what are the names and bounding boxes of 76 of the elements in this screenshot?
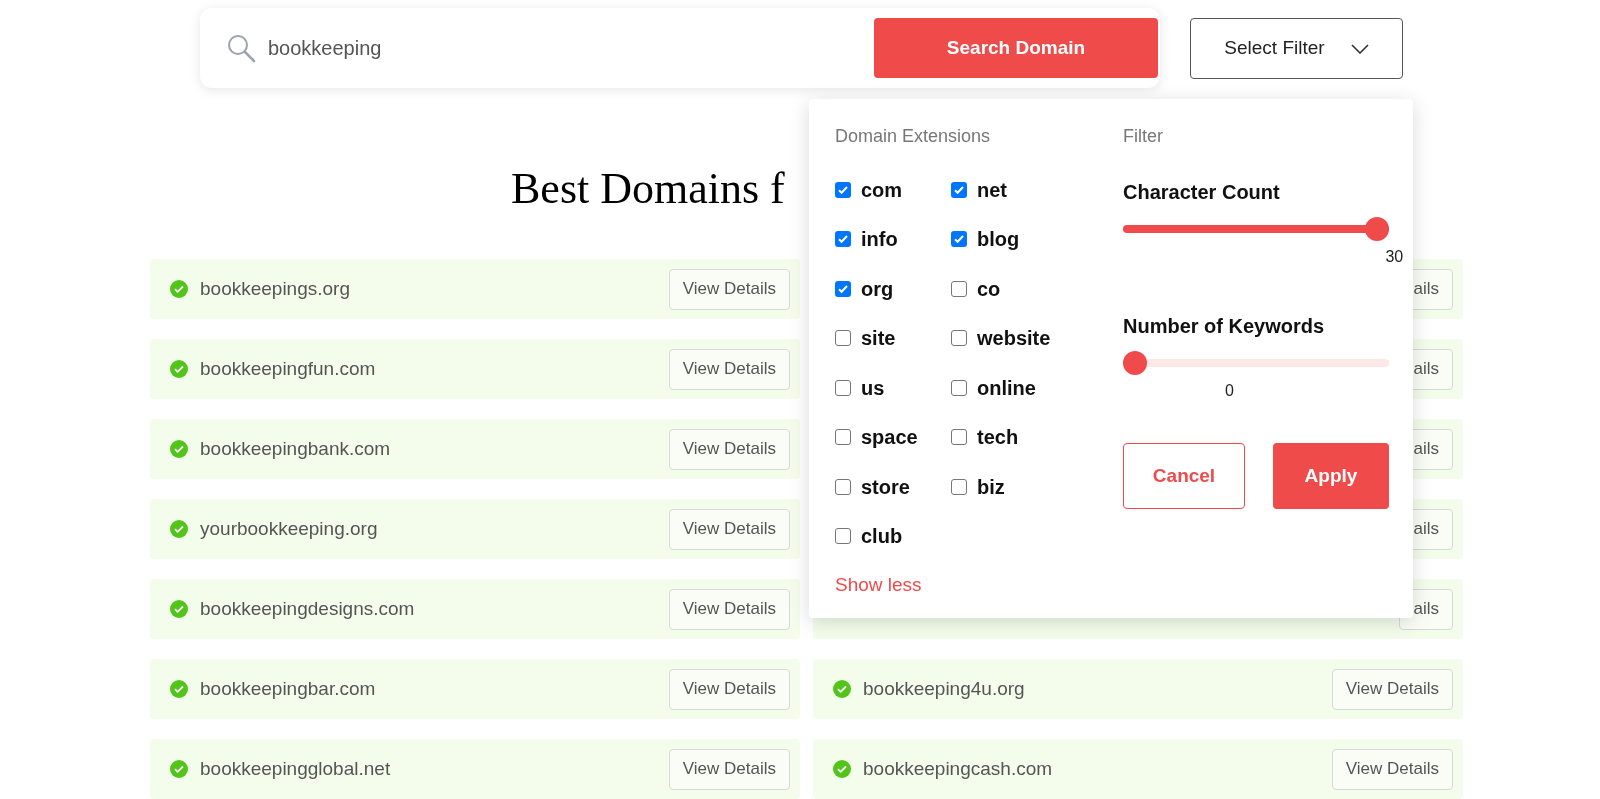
page-heading: Best Domains f (511, 165, 785, 213)
domain-name: bookkeepingglobal.net (200, 756, 391, 781)
check-circle-icon (170, 360, 188, 378)
checkbox[interactable] (835, 429, 851, 445)
section-title: Domain Extensions (835, 125, 992, 147)
domain-name: yourbookkeeping.org (200, 516, 378, 541)
check-circle-icon (170, 760, 188, 778)
slider-value: 30 (1385, 247, 1404, 267)
extension-checkbox[interactable]: info (835, 224, 951, 254)
checkbox[interactable] (835, 528, 851, 544)
domain-name: bookkeepingfun.com (200, 356, 376, 381)
check-circle-icon (170, 600, 188, 618)
slider[interactable] (1123, 217, 1389, 241)
view-details-button[interactable]: View Details (668, 268, 790, 310)
extension-checkbox[interactable]: org (835, 274, 951, 303)
checkbox[interactable] (951, 231, 967, 247)
search-button[interactable]: Search Domain (874, 18, 1158, 78)
domain-name: bookkeepingdesigns.com (200, 596, 415, 621)
checkbox[interactable] (951, 478, 967, 495)
slider[interactable] (1123, 351, 1389, 375)
extension-checkbox[interactable]: website (951, 323, 1123, 353)
extension-checkbox[interactable]: net (951, 175, 1123, 204)
checkbox[interactable] (951, 379, 967, 396)
extension-checkbox[interactable]: tech (951, 422, 1123, 452)
domain-name: bookkeepings.org (200, 276, 350, 301)
extension-checkbox[interactable]: store (835, 472, 951, 501)
chevron-down-icon (1350, 43, 1369, 54)
view-details-button[interactable]: View Details (668, 748, 790, 790)
checkbox[interactable] (835, 280, 851, 297)
check-circle-icon (833, 760, 851, 778)
slider-label: Number of Keywords (1123, 314, 1326, 339)
check-circle-icon (170, 440, 188, 458)
domain-name: bookkeepingbar.com (200, 676, 376, 701)
view-details-button[interactable]: View Details (1331, 668, 1453, 710)
section-title: Filter (1123, 125, 1164, 147)
select-filter-dropdown[interactable]: Select Filter (1190, 18, 1403, 79)
view-details-button[interactable]: View Details (668, 348, 790, 390)
checkbox[interactable] (951, 280, 967, 297)
view-details-button[interactable]: View Details (668, 588, 790, 630)
slider-value: 0 (1224, 381, 1234, 401)
extension-checkbox[interactable]: biz (951, 472, 1123, 501)
search-field[interactable]: bookkeeping Search Domain (200, 8, 1160, 88)
checkbox[interactable] (835, 231, 851, 247)
extension-checkbox[interactable]: site (835, 323, 951, 353)
extension-checkbox[interactable]: space (835, 422, 951, 452)
show-less-link[interactable]: Show less (835, 570, 1123, 599)
checkbox[interactable] (951, 330, 967, 346)
checkbox[interactable] (835, 181, 851, 198)
check-circle-icon (170, 520, 188, 538)
extension-checkbox[interactable]: co (951, 274, 1123, 303)
view-details-button[interactable]: View Details (668, 508, 790, 550)
slider-handle[interactable] (1123, 351, 1147, 375)
extension-checkbox[interactable]: com (835, 175, 951, 204)
cancel-button[interactable]: Cancel (1123, 443, 1245, 509)
check-circle-icon (170, 280, 188, 298)
checkbox[interactable] (951, 181, 967, 198)
checkbox[interactable] (835, 478, 851, 495)
domain-name: bookkeepingbank.com (200, 436, 391, 461)
apply-button[interactable]: Apply (1273, 443, 1389, 509)
slider-handle[interactable] (1365, 217, 1389, 241)
domain-name: bookkeeping4u.org (863, 676, 1025, 701)
slider-label: Character Count (1123, 180, 1281, 205)
search-icon (226, 33, 256, 63)
extension-checkbox[interactable]: club (835, 521, 951, 551)
extension-checkbox[interactable]: blog (951, 224, 1123, 254)
checkbox[interactable] (835, 330, 851, 346)
checkbox[interactable] (835, 379, 851, 396)
extension-checkbox[interactable]: us (835, 373, 951, 402)
view-details-button[interactable]: View Details (668, 428, 790, 470)
domain-name: bookkeepingcash.com (863, 756, 1053, 781)
extension-checkbox[interactable]: online (951, 373, 1123, 402)
view-details-button[interactable]: View Details (668, 668, 790, 710)
check-circle-icon (170, 680, 188, 698)
view-details-button[interactable]: View Details (1331, 748, 1453, 790)
check-circle-icon (833, 680, 851, 698)
checkbox[interactable] (951, 429, 967, 445)
